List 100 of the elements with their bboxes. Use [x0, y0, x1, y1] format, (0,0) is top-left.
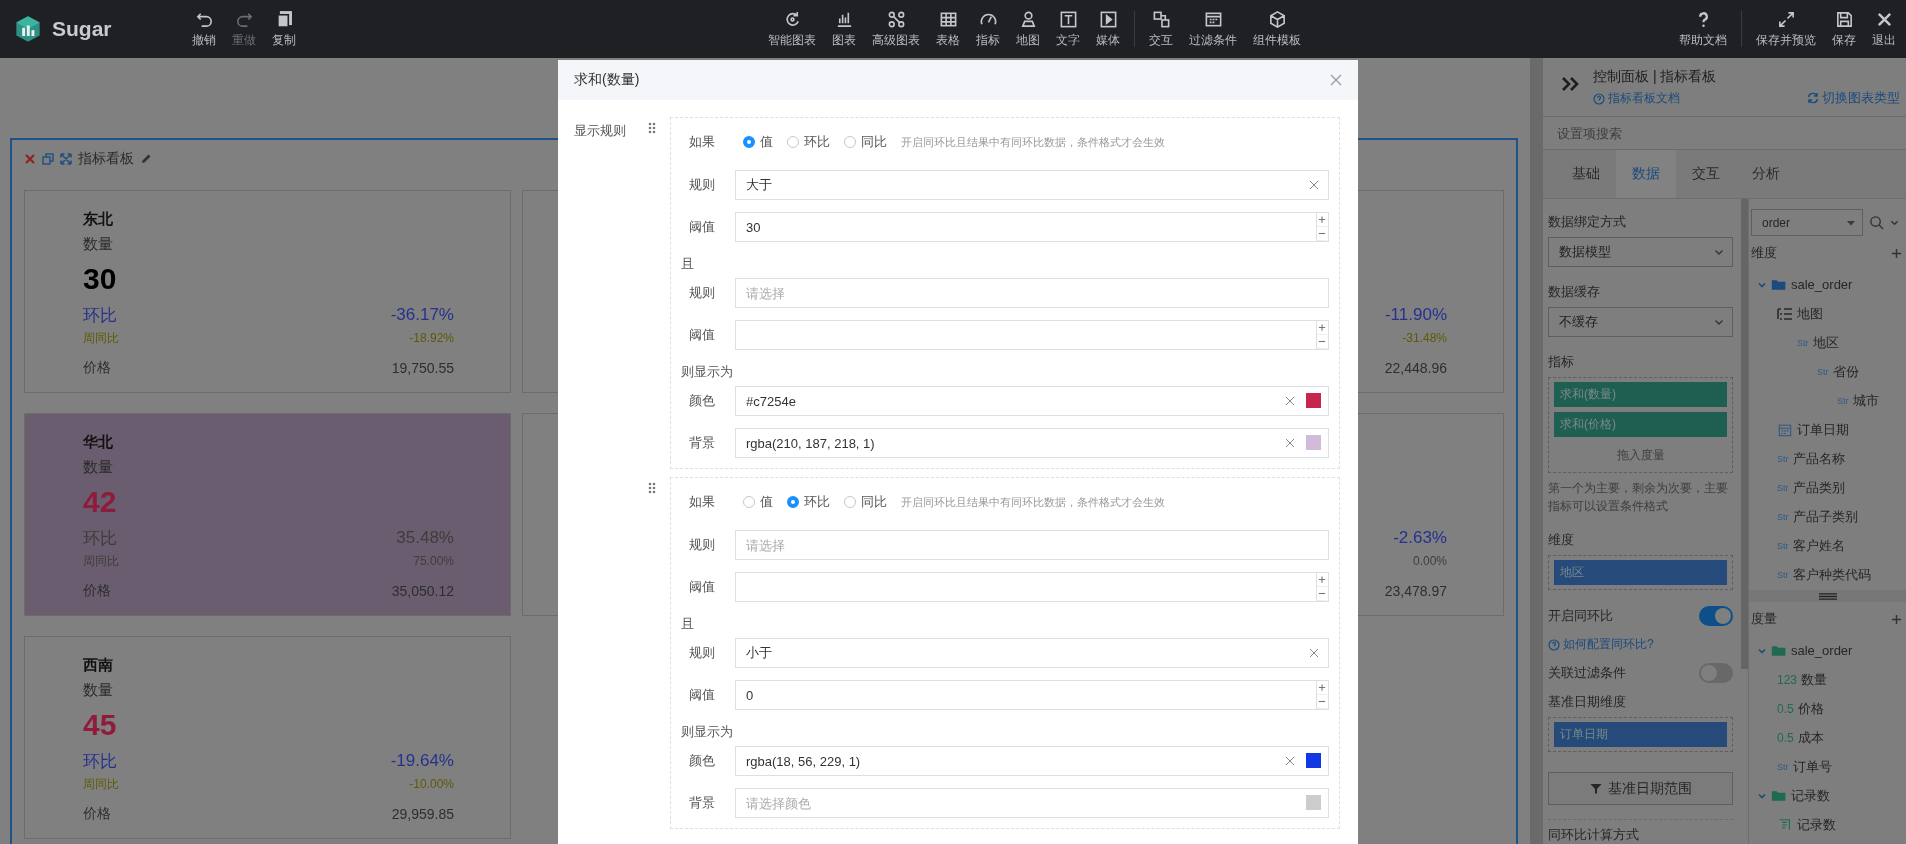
help-link[interactable]: 如何配置同环比? — [1548, 636, 1733, 654]
field-list-item[interactable]: 订单日期 — [1749, 415, 1906, 444]
toolbar-button[interactable]: 文字 — [1048, 7, 1088, 51]
toolbar-button[interactable]: 表格 — [928, 7, 968, 51]
field-list-item[interactable]: Str 省份 — [1749, 357, 1906, 386]
clear-icon[interactable] — [1285, 756, 1295, 766]
select-field[interactable]: 请选择 — [735, 278, 1329, 308]
color-field[interactable]: 请选择颜色 — [735, 788, 1329, 818]
number-field[interactable]: 30 — [735, 212, 1329, 242]
color-swatch[interactable] — [1306, 393, 1321, 408]
panel-tab[interactable]: 基础 — [1556, 150, 1616, 198]
clear-icon[interactable] — [1285, 438, 1295, 448]
pencil-icon[interactable] — [140, 153, 152, 165]
field-chip[interactable]: 订单日期 — [1554, 722, 1727, 748]
field-list-item[interactable]: 123 数量 — [1749, 665, 1906, 694]
clear-icon[interactable] — [1309, 648, 1319, 658]
color-swatch[interactable] — [1306, 753, 1321, 768]
toolbar-button[interactable]: 地图 — [1008, 7, 1048, 51]
plus-icon[interactable] — [1891, 613, 1902, 625]
toolbar-button[interactable]: 撤销 — [184, 7, 224, 51]
toolbar-button[interactable]: 复制 — [264, 7, 304, 51]
toolbar-button[interactable]: 过滤条件 — [1181, 7, 1245, 51]
toolbar-button[interactable]: 组件模板 — [1245, 7, 1309, 51]
field-list-item[interactable]: Str 客户姓名 — [1749, 531, 1906, 560]
date-range-button[interactable]: 基准日期范围 — [1548, 772, 1733, 805]
dropdown[interactable]: 数据模型 — [1548, 237, 1733, 267]
type-label: Str — [1777, 453, 1789, 464]
setting-label: 数据绑定方式 — [1548, 213, 1627, 231]
toolbar-button[interactable]: 退出 — [1864, 7, 1904, 51]
toolbar-button[interactable]: 帮助文档 — [1671, 7, 1735, 51]
field-list-item[interactable]: sale_order — [1749, 636, 1906, 665]
radio-button[interactable]: 值 — [743, 493, 773, 511]
switch-chart-link[interactable]: 切换图表类型 — [1807, 89, 1900, 107]
toolbar-button[interactable]: 交互 — [1141, 7, 1181, 51]
chevron-down-icon[interactable] — [1890, 218, 1899, 227]
select-field[interactable]: 大于 — [735, 170, 1329, 200]
toolbar-button[interactable]: 图表 — [824, 7, 864, 51]
toggle-switch[interactable] — [1699, 663, 1733, 684]
field-list-item[interactable]: Str 地区 — [1749, 328, 1906, 357]
clear-icon[interactable] — [1309, 180, 1319, 190]
clear-icon[interactable] — [1285, 396, 1295, 406]
field-list-item[interactable]: Str 客户种类代码 — [1749, 560, 1906, 589]
datasource-dropdown[interactable]: order — [1751, 209, 1863, 236]
color-field[interactable]: rgba(18, 56, 229, 1) — [735, 746, 1329, 776]
color-swatch[interactable] — [1306, 435, 1321, 450]
field-list-item[interactable]: 记录数 — [1749, 810, 1906, 839]
field-label: 如果 — [688, 493, 716, 511]
field-list-item[interactable]: 记录数 — [1749, 781, 1906, 810]
radio-button[interactable]: 同比 — [844, 133, 887, 151]
close-icon[interactable] — [24, 153, 36, 165]
plus-icon[interactable] — [1891, 247, 1902, 259]
field-list-item[interactable]: sale_order — [1749, 270, 1906, 299]
panel-tab[interactable]: 分析 — [1736, 150, 1796, 198]
field-list-item[interactable]: 0.5 价格 — [1749, 694, 1906, 723]
copy-icon[interactable] — [42, 153, 54, 165]
select-field[interactable]: 请选择 — [735, 530, 1329, 560]
doc-link[interactable]: 指标看板文档 — [1593, 90, 1717, 107]
region-name: 东北 — [83, 209, 113, 229]
settings-search-field[interactable]: 设置项搜索 — [1555, 124, 1906, 142]
close-icon[interactable] — [1330, 74, 1342, 86]
radio-button[interactable]: 环比 — [787, 133, 830, 151]
field-list-item[interactable]: Str 产品名称 — [1749, 444, 1906, 473]
toggle-switch[interactable] — [1699, 606, 1733, 627]
color-field[interactable]: #c7254e — [735, 386, 1329, 416]
field-chip[interactable]: 求和(数量) — [1554, 382, 1727, 408]
radio-button[interactable]: 同比 — [844, 493, 887, 511]
drag-handle-icon[interactable] — [648, 122, 656, 134]
drop-zone[interactable]: 地区 — [1548, 555, 1733, 591]
expand-icon[interactable] — [60, 153, 72, 165]
field-list-item[interactable]: Str 城市 — [1749, 386, 1906, 415]
toolbar-button[interactable]: 保存并预览 — [1748, 7, 1824, 51]
drag-handle-icon[interactable] — [1816, 591, 1839, 601]
toolbar-button[interactable]: 高级图表 — [864, 7, 928, 51]
field-list-item[interactable]: Str 产品类别 — [1749, 473, 1906, 502]
field-list-item[interactable]: Str 产品子类别 — [1749, 502, 1906, 531]
toolbar-button[interactable]: 保存 — [1824, 7, 1864, 51]
select-field[interactable]: 小于 — [735, 638, 1329, 668]
double-chevron-icon[interactable] — [1561, 76, 1581, 92]
field-list-item[interactable]: 0.5 成本 — [1749, 723, 1906, 752]
dropdown[interactable]: 不缓存 — [1548, 307, 1733, 338]
color-swatch[interactable] — [1306, 795, 1321, 810]
drop-zone[interactable]: 订单日期 — [1548, 717, 1733, 753]
field-chip[interactable]: 地区 — [1554, 560, 1727, 586]
number-field[interactable] — [735, 572, 1329, 602]
drag-handle-icon[interactable] — [648, 482, 656, 494]
toolbar-button[interactable]: 智能图表 — [760, 7, 824, 51]
number-field[interactable] — [735, 320, 1329, 350]
field-list-item[interactable]: Str 订单号 — [1749, 752, 1906, 781]
field-list-item[interactable]: 地图 — [1749, 299, 1906, 328]
field-chip[interactable]: 求和(价格) — [1554, 412, 1727, 438]
panel-tab[interactable]: 数据 — [1616, 150, 1676, 198]
toolbar-button[interactable]: 指标 — [968, 7, 1008, 51]
toolbar-button[interactable]: 媒体 — [1088, 7, 1128, 51]
scrollbar[interactable] — [1741, 199, 1748, 669]
panel-tab[interactable]: 交互 — [1676, 150, 1736, 198]
radio-button[interactable]: 值 — [743, 133, 773, 151]
radio-button[interactable]: 环比 — [787, 493, 830, 511]
search-icon[interactable] — [1869, 215, 1884, 230]
number-field[interactable]: 0 — [735, 680, 1329, 710]
color-field[interactable]: rgba(210, 187, 218, 1) — [735, 428, 1329, 458]
